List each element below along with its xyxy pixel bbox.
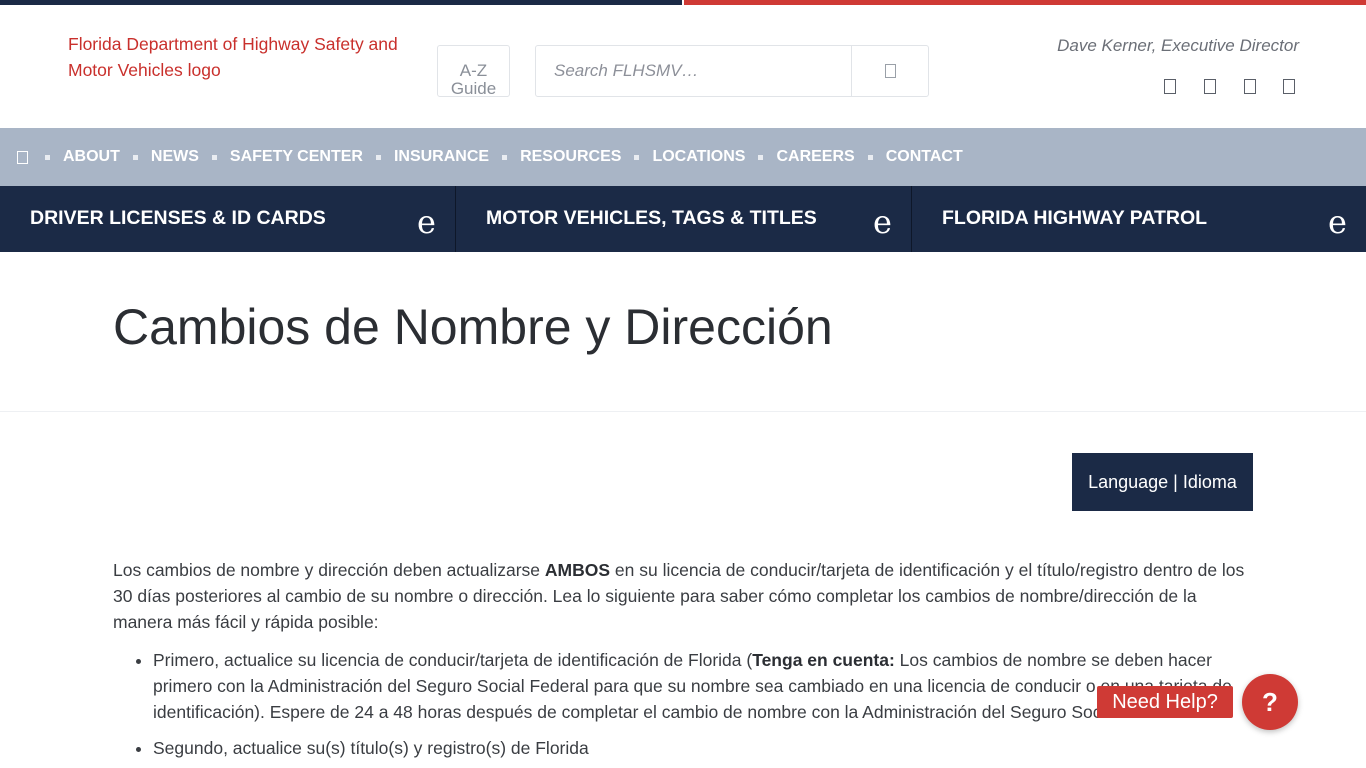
expand-icon: e [873,203,892,241]
az-guide-button[interactable]: A-Z Guide [437,45,510,98]
nav-item-resources[interactable]: RESOURCES [520,148,621,166]
az-guide-line1: A-Z [459,61,488,80]
accent-bar-navy [0,0,682,5]
search-icon [885,64,896,78]
nav-separator [45,154,50,160]
top-accent-bar [0,0,1366,5]
category-driver-licenses[interactable]: DRIVER LICENSES & ID CARDS e [0,186,455,252]
nav-separator [211,154,217,160]
nav-item-insurance[interactable]: INSURANCE [394,148,489,166]
bullet1-bold: Tenga en cuenta: [752,650,895,670]
twitter-icon[interactable] [1204,79,1216,94]
nav-separator [634,154,640,160]
nav-item-careers[interactable]: CAREERS [776,148,854,166]
az-guide-line2: Guide [450,79,497,98]
expand-icon: e [1328,203,1347,241]
search-box [535,45,929,97]
intro-paragraph: Los cambios de nombre y dirección deben … [113,557,1258,635]
home-icon[interactable] [17,150,28,164]
nav-item-safety-center[interactable]: SAFETY CENTER [230,148,363,166]
intro-bold: AMBOS [544,560,611,580]
accent-bar-red [684,0,1366,5]
facebook-icon[interactable] [1164,79,1176,94]
instagram-icon[interactable] [1244,79,1256,94]
nav-item-locations[interactable]: LOCATIONS [652,148,745,166]
nav-item-news[interactable]: NEWS [151,148,199,166]
nav-item-contact[interactable]: CONTACT [886,148,963,166]
main-nav: ABOUT NEWS SAFETY CENTER INSURANCE RESOU… [0,128,1366,186]
need-help-button[interactable]: Need Help? [1097,686,1233,718]
list-item: Primero, actualice su licencia de conduc… [153,647,1258,725]
nav-separator [502,154,508,160]
bullet2-text: Segundo, actualice su(s) título(s) y reg… [153,738,589,758]
search-input[interactable] [536,46,851,96]
steps-list: Primero, actualice su licencia de conduc… [113,647,1258,761]
category-motor-vehicles[interactable]: MOTOR VEHICLES, TAGS & TITLES e [455,186,911,252]
category-florida-highway-patrol[interactable]: FLORIDA HIGHWAY PATROL e [911,186,1366,252]
page-title: Cambios de Nombre y Dirección [113,299,833,355]
bullet1-text-start: Primero, actualice su licencia de conduc… [153,650,753,670]
nav-separator [375,154,381,160]
intro-text-start: Los cambios de nombre y dirección deben … [113,560,545,580]
list-item: Segundo, actualice su(s) título(s) y reg… [153,735,1258,761]
category-label: FLORIDA HIGHWAY PATROL [942,207,1208,229]
executive-director: Dave Kerner, Executive Director [1057,36,1299,55]
youtube-icon[interactable] [1283,79,1295,94]
social-links [1162,79,1302,97]
page-hero: Cambios de Nombre y Dirección [0,252,1366,412]
category-label: MOTOR VEHICLES, TAGS & TITLES [486,207,817,229]
category-label: DRIVER LICENSES & ID CARDS [30,207,326,229]
main-content: Los cambios de nombre y dirección deben … [113,557,1258,768]
help-question-icon[interactable]: ? [1242,674,1298,730]
expand-icon: e [417,203,436,241]
site-logo[interactable]: Florida Department of Highway Safety and… [68,31,438,83]
category-bar: DRIVER LICENSES & ID CARDS e MOTOR VEHIC… [0,186,1366,252]
nav-separator [867,154,873,160]
search-button[interactable] [851,46,929,96]
nav-separator [758,154,764,160]
nav-item-about[interactable]: ABOUT [63,148,120,166]
language-button[interactable]: Language | Idioma [1072,453,1253,511]
nav-separator [132,154,138,160]
